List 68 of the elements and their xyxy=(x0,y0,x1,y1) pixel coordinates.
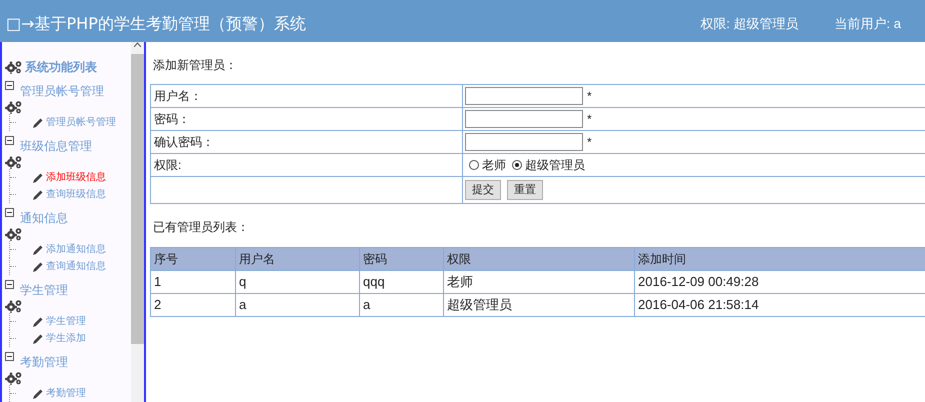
sidebar-group-title[interactable]: 学生管理 xyxy=(20,281,68,299)
collapse-icon[interactable] xyxy=(5,81,14,90)
collapse-icon[interactable] xyxy=(5,280,14,289)
gears-icon xyxy=(5,227,23,241)
table-cell: 超级管理员 xyxy=(444,294,634,316)
form-label: 用户名： xyxy=(154,89,202,103)
gears-icon xyxy=(5,60,23,74)
scrollbar[interactable] xyxy=(131,42,144,402)
pencil-icon xyxy=(32,172,44,184)
role-label: 权限: 超级管理员 xyxy=(700,15,799,34)
table-cell: 老师 xyxy=(444,270,634,294)
form-label: 密码： xyxy=(154,112,190,126)
table-cell: a xyxy=(360,294,444,316)
column-header: 权限 xyxy=(444,248,634,270)
text-field[interactable] xyxy=(465,133,583,151)
sidebar-link[interactable]: 管理员帐号管理 xyxy=(46,115,116,130)
form-heading: 添加新管理员： xyxy=(152,57,238,74)
pencil-icon xyxy=(32,116,44,128)
column-header: 密码 xyxy=(360,248,444,270)
sidebar-link[interactable]: 查询通知信息 xyxy=(46,259,106,274)
required-mark: * xyxy=(587,134,592,151)
column-header: 用户名 xyxy=(236,248,360,270)
text-field[interactable] xyxy=(465,110,583,128)
form-button[interactable]: 提交 xyxy=(465,180,501,200)
gears-icon xyxy=(5,155,23,169)
pencil-icon xyxy=(32,388,44,400)
text-field[interactable] xyxy=(465,87,583,105)
form-label: 权限: xyxy=(154,158,182,172)
radio-label[interactable]: 老师 xyxy=(482,156,506,174)
sidebar-group-title[interactable]: 班级信息管理 xyxy=(20,137,92,155)
gears-icon xyxy=(5,100,23,114)
table-cell: qqq xyxy=(360,270,444,294)
table-cell: q xyxy=(236,270,360,294)
sidebar-group-title[interactable]: 通知信息 xyxy=(20,209,68,227)
table-cell: a xyxy=(236,294,360,316)
pencil-icon xyxy=(32,188,44,200)
sidebar-group-title[interactable]: 考勤管理 xyxy=(20,353,68,371)
radio-button[interactable] xyxy=(512,160,522,170)
sidebar-link[interactable]: 学生添加 xyxy=(46,331,86,346)
sidebar-link[interactable]: 查询班级信息 xyxy=(46,187,106,202)
sidebar-title: 系统功能列表 xyxy=(25,59,97,76)
column-header: 序号 xyxy=(150,248,236,270)
app-title: □→基于PHP的学生考勤管理（预警）系统 xyxy=(6,13,306,35)
collapse-icon[interactable] xyxy=(5,136,14,145)
pencil-icon xyxy=(32,260,44,272)
form-button[interactable]: 重置 xyxy=(507,180,543,200)
column-header: 添加时间 xyxy=(634,248,925,270)
sidebar-link[interactable]: 考勤管理 xyxy=(46,386,86,401)
list-heading: 已有管理员列表： xyxy=(152,219,250,236)
sidebar-link[interactable]: 添加通知信息 xyxy=(46,242,106,257)
sidebar-link[interactable]: 添加班级信息 xyxy=(46,170,106,185)
form-label: 确认密码： xyxy=(154,135,214,149)
gears-icon xyxy=(5,371,23,385)
user-label: 当前用户: a xyxy=(834,15,901,34)
pencil-icon xyxy=(32,316,44,328)
table-cell: 2 xyxy=(150,294,236,316)
sidebar-group-title[interactable]: 管理员帐号管理 xyxy=(20,82,104,100)
collapse-icon[interactable] xyxy=(5,352,14,361)
sidebar-link[interactable]: 学生管理 xyxy=(46,314,86,329)
gears-icon xyxy=(5,299,23,313)
collapse-icon[interactable] xyxy=(5,208,14,217)
pencil-icon xyxy=(32,332,44,344)
radio-button[interactable] xyxy=(469,160,479,170)
required-mark: * xyxy=(587,88,592,105)
required-mark: * xyxy=(587,111,592,128)
radio-label[interactable]: 超级管理员 xyxy=(525,156,585,174)
pencil-icon xyxy=(32,244,44,256)
table-cell: 1 xyxy=(150,270,236,294)
